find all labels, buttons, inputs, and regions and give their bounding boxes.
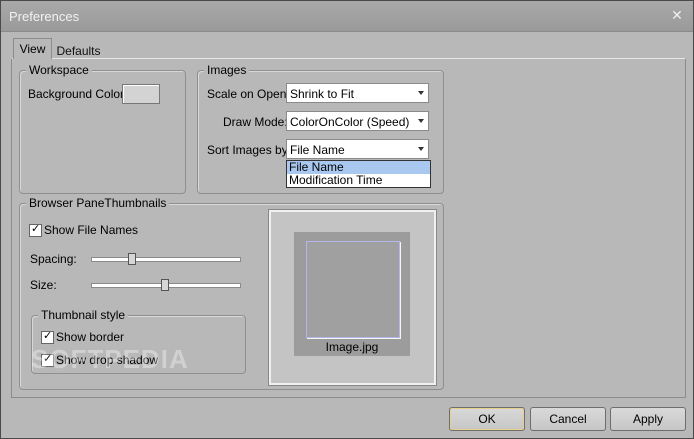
thumbnail-preview: Image.jpg xyxy=(269,210,436,385)
apply-button[interactable]: Apply xyxy=(610,407,686,431)
chevron-down-icon xyxy=(418,119,424,123)
checkmark-icon: ✓ xyxy=(43,330,53,342)
show-border-label: Show border xyxy=(56,330,125,344)
cancel-button[interactable]: Cancel xyxy=(530,407,606,431)
title-bar: Preferences ✕ xyxy=(1,1,693,32)
sort-images-select[interactable]: File Name xyxy=(286,139,429,159)
thumbnail-preview-cell: Image.jpg xyxy=(294,232,410,356)
scale-on-open-label: Scale on Open: xyxy=(207,87,290,101)
thumbnail-style-legend: Thumbnail style xyxy=(38,308,129,322)
chevron-down-icon xyxy=(418,91,424,95)
images-legend: Images xyxy=(204,63,250,77)
window-title: Preferences xyxy=(9,9,80,24)
size-label: Size: xyxy=(30,278,57,292)
show-border-checkbox[interactable]: ✓ xyxy=(41,330,54,344)
watermark-logo: SOFTPEDIA xyxy=(31,344,189,374)
sort-images-label: Sort Images by: xyxy=(207,143,292,157)
browser-pane-legend: Browser PaneThumbnails xyxy=(26,196,170,210)
draw-mode-select[interactable]: ColorOnColor (Speed) xyxy=(286,111,429,131)
sort-images-value: File Name xyxy=(290,143,345,157)
sort-option-modification-time[interactable]: Modification Time xyxy=(287,174,430,187)
thumbnail-filename: Image.jpg xyxy=(325,340,379,354)
draw-mode-value: ColorOnColor (Speed) xyxy=(290,115,410,129)
sort-images-dropdown-list: File Name Modification Time xyxy=(286,160,431,188)
preferences-window: Preferences ✕ View Defaults Workspace Ba… xyxy=(0,0,694,439)
chevron-down-icon xyxy=(418,147,424,151)
tab-view[interactable]: View xyxy=(13,38,52,59)
size-slider-thumb[interactable] xyxy=(161,279,169,291)
show-file-names-label: Show File Names xyxy=(44,223,139,237)
workspace-legend: Workspace xyxy=(26,63,92,77)
checkmark-icon: ✓ xyxy=(31,223,41,235)
ok-button[interactable]: OK xyxy=(449,407,525,431)
scale-on-open-value: Shrink to Fit xyxy=(290,87,355,101)
spacing-label: Spacing: xyxy=(30,252,77,266)
background-color-swatch[interactable] xyxy=(122,84,160,104)
scale-on-open-select[interactable]: Shrink to Fit xyxy=(286,83,429,103)
spacing-slider-track[interactable] xyxy=(91,257,241,262)
draw-mode-label: Draw Mode: xyxy=(223,115,288,129)
show-file-names-checkbox[interactable]: ✓ xyxy=(29,223,42,237)
spacing-slider-thumb[interactable] xyxy=(128,253,137,265)
thumbnail-image xyxy=(306,241,400,338)
close-icon[interactable]: ✕ xyxy=(669,7,685,23)
background-color-label: Background Color: xyxy=(28,87,128,101)
